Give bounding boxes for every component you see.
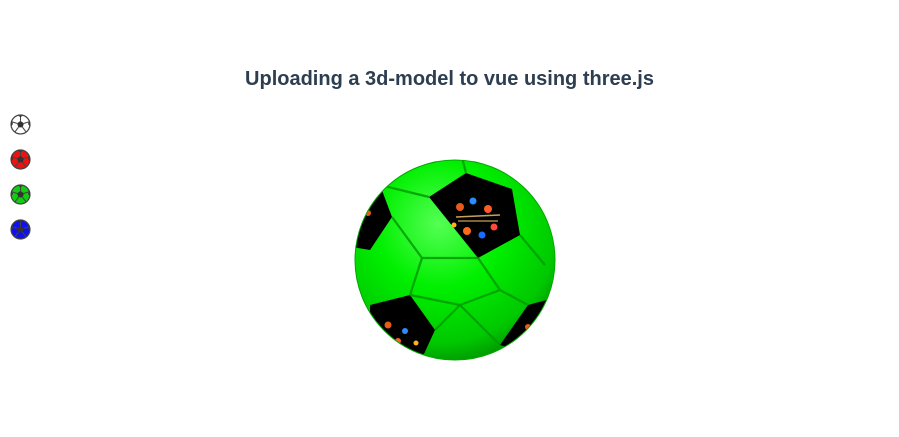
3d-model-viewer[interactable] <box>350 155 560 365</box>
color-picker <box>10 114 32 254</box>
color-option-white[interactable] <box>10 114 31 135</box>
color-option-green[interactable] <box>10 184 31 205</box>
soccer-ball-icon <box>10 114 31 135</box>
soccer-ball-icon <box>10 149 31 170</box>
color-option-blue[interactable] <box>10 219 31 240</box>
color-option-red[interactable] <box>10 149 31 170</box>
soccer-ball-model <box>354 159 556 361</box>
soccer-ball-icon <box>10 219 31 240</box>
soccer-ball-icon <box>10 184 31 205</box>
page-title: Uploading a 3d-model to vue using three.… <box>245 68 654 90</box>
